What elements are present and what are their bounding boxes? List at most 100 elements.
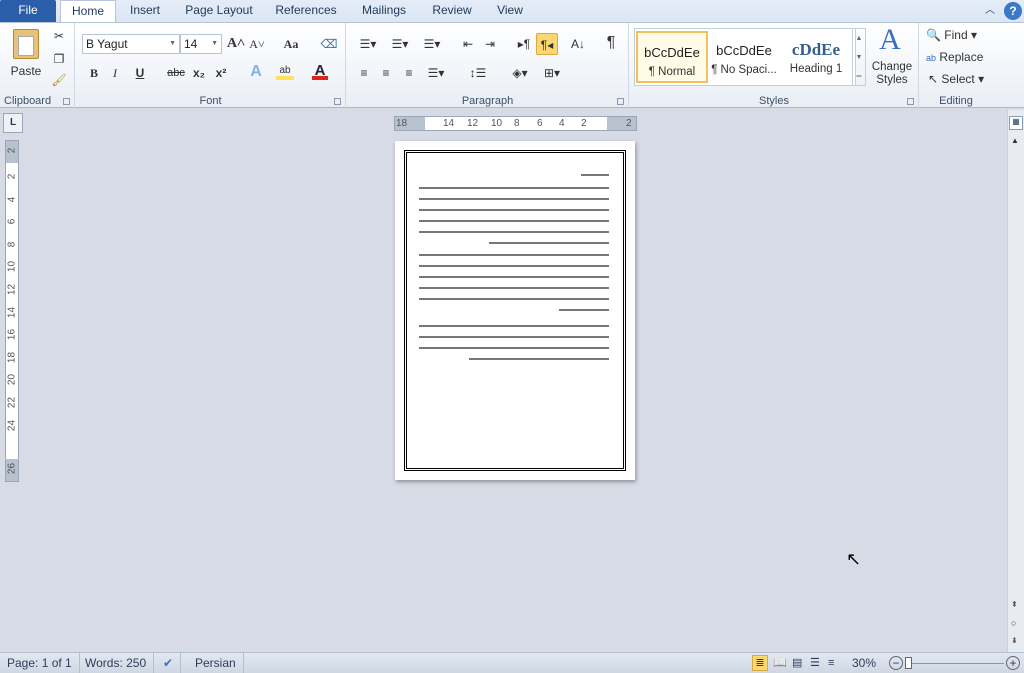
status-bar: Page: 1 of 1 Words: 250 ✔ Persian ≣ 📖 ▤ … xyxy=(0,652,1024,673)
vertical-scrollbar[interactable]: ▦ ▲ ⇞ ○ ⇟ xyxy=(1007,110,1024,652)
language[interactable]: Persian xyxy=(188,653,244,673)
zoom-slider[interactable] xyxy=(906,663,1004,664)
ltr-icon[interactable]: ▸¶ xyxy=(515,35,533,53)
next-page-icon[interactable]: ⇟ xyxy=(1011,636,1018,645)
text-effects-icon[interactable]: A xyxy=(246,63,266,81)
outline-icon[interactable]: ☰ xyxy=(810,653,820,673)
style-heading-1[interactable]: cDdEe Heading 1 xyxy=(780,31,852,83)
highlight-color-icon[interactable]: ab xyxy=(276,62,294,80)
bold-button[interactable]: B xyxy=(86,64,102,82)
shading-icon[interactable]: ◈▾ xyxy=(507,64,533,82)
sort-icon[interactable]: A↓ xyxy=(569,35,587,53)
align-right-icon[interactable]: ≡ xyxy=(400,64,418,82)
format-painter-icon[interactable]: 🖌 xyxy=(50,71,68,89)
grow-font-button[interactable]: A˄ xyxy=(226,35,246,53)
rtl-icon[interactable]: ¶◂ xyxy=(536,33,558,55)
draft-icon[interactable]: ≡ xyxy=(828,653,834,673)
tab-file[interactable]: File xyxy=(0,0,56,22)
minimize-ribbon-icon[interactable]: ︿ xyxy=(982,0,998,22)
strikethrough-button[interactable]: abc xyxy=(164,64,188,82)
font-label: Font xyxy=(199,95,222,107)
zoom-slider-thumb[interactable] xyxy=(905,657,913,669)
decrease-indent-icon[interactable]: ⇤ xyxy=(459,35,477,53)
tab-view[interactable]: View xyxy=(490,0,530,22)
styles-scroll-buttons[interactable]: ▲ ▼ ═ xyxy=(852,28,866,86)
find-button[interactable]: 🔍 Find ▾ xyxy=(926,26,990,44)
font-size-select[interactable]: 14 ▼ xyxy=(180,34,222,54)
paragraph-launcher-icon[interactable] xyxy=(617,98,624,105)
ruler-tick: 2 xyxy=(6,173,18,180)
view-ruler-icon[interactable]: ▦ xyxy=(1009,116,1023,130)
font-name-select[interactable]: B Yagut ▼ xyxy=(82,34,180,54)
clipboard-launcher-icon[interactable] xyxy=(63,98,70,105)
tab-selector-button[interactable]: L xyxy=(3,113,23,133)
text-line xyxy=(559,309,609,311)
ruler-tick: 26 xyxy=(6,462,18,475)
tab-references[interactable]: References xyxy=(270,0,342,22)
show-formatting-icon[interactable]: ¶ xyxy=(603,34,619,52)
tab-mailings[interactable]: Mailings xyxy=(354,0,414,22)
style-no-spacing[interactable]: bCcDdEe ¶ No Spaci... xyxy=(708,31,780,83)
text-line xyxy=(489,242,609,244)
full-screen-reading-icon[interactable]: 📖 xyxy=(773,653,787,673)
font-name-value: B Yagut xyxy=(86,37,128,51)
justify-icon[interactable]: ☰▾ xyxy=(423,64,449,82)
italic-button[interactable]: I xyxy=(108,64,122,82)
change-styles-button[interactable]: Change Styles xyxy=(868,61,916,89)
web-layout-icon[interactable]: ▤ xyxy=(792,653,802,673)
ruler-tick: 8 xyxy=(6,241,18,248)
styles-group: bCcDdEe ¶ Normal bCcDdEe ¶ No Spaci... cDd… xyxy=(630,23,919,109)
tab-home[interactable]: Home xyxy=(60,0,116,23)
tab-page-layout[interactable]: Page Layout xyxy=(180,0,258,22)
paste-button[interactable]: Paste xyxy=(8,62,44,80)
change-styles-icon[interactable]: A xyxy=(870,25,910,55)
ruler-tick: 14 xyxy=(6,306,18,318)
styles-launcher-icon[interactable] xyxy=(907,98,914,105)
print-layout-icon[interactable]: ≣ xyxy=(752,655,768,671)
scroll-up-icon[interactable]: ▲ xyxy=(1011,136,1019,145)
proofing-icon[interactable]: ✔ xyxy=(156,653,182,673)
align-center-icon[interactable]: ≡ xyxy=(377,64,395,82)
paste-icon[interactable] xyxy=(13,29,39,59)
bullets-icon[interactable]: ☰▾ xyxy=(355,35,381,53)
change-case-button[interactable]: Aa xyxy=(278,35,304,53)
multilevel-list-icon[interactable]: ☰▾ xyxy=(419,35,445,53)
subscript-button[interactable]: x₂ xyxy=(190,64,208,82)
select-button[interactable]: ↖ Select ▾ xyxy=(928,70,992,88)
text-line xyxy=(419,231,609,233)
shrink-font-button[interactable]: A˅ xyxy=(248,35,266,53)
word-count[interactable]: Words: 250 xyxy=(78,653,155,673)
font-group: B Yagut ▼ 14 ▼ A˄ A˅ Aa ⌫ B I U abc x₂ x² … xyxy=(76,23,346,109)
replace-button[interactable]: ab Replace xyxy=(926,48,992,66)
superscript-button[interactable]: x² xyxy=(212,64,230,82)
browse-object-icon[interactable]: ○ xyxy=(1011,618,1016,628)
zoom-out-button[interactable]: − xyxy=(889,656,903,670)
ruler-tick: 6 xyxy=(537,118,543,129)
document-page[interactable] xyxy=(395,141,635,480)
cut-icon[interactable]: ✂ xyxy=(50,27,68,45)
vertical-ruler[interactable]: 2 2 4 6 8 10 12 14 16 18 20 22 24 26 xyxy=(5,140,19,482)
help-icon[interactable]: ? xyxy=(1004,2,1022,20)
clear-formatting-icon[interactable]: ⌫ xyxy=(320,35,338,53)
find-label: Find xyxy=(944,28,968,42)
page-count[interactable]: Page: 1 of 1 xyxy=(0,653,80,673)
zoom-level[interactable]: 30% xyxy=(852,653,876,673)
tab-insert[interactable]: Insert xyxy=(122,0,168,22)
numbering-icon[interactable]: ☰▾ xyxy=(387,35,413,53)
tab-review[interactable]: Review xyxy=(426,0,478,22)
style-normal[interactable]: bCcDdEe ¶ Normal xyxy=(636,31,708,83)
borders-icon[interactable]: ⊞▾ xyxy=(539,64,565,82)
underline-button[interactable]: U xyxy=(132,64,148,82)
font-color-icon[interactable]: A xyxy=(312,62,328,80)
increase-indent-icon[interactable]: ⇥ xyxy=(481,35,499,53)
font-launcher-icon[interactable] xyxy=(334,98,341,105)
horizontal-ruler[interactable]: 18 14 12 10 8 6 4 2 2 xyxy=(394,116,637,131)
previous-page-icon[interactable]: ⇞ xyxy=(1011,600,1018,609)
ruler-tick: 12 xyxy=(467,118,479,129)
editing-group: 🔍 Find ▾ ab Replace ↖ Select ▾ Editing xyxy=(920,23,992,109)
line-spacing-icon[interactable]: ↕☰ xyxy=(465,64,491,82)
zoom-in-button[interactable]: + xyxy=(1006,656,1020,670)
editing-label: Editing xyxy=(939,95,973,107)
copy-icon[interactable]: ❐ xyxy=(50,50,68,68)
align-left-icon[interactable]: ≡ xyxy=(355,64,373,82)
